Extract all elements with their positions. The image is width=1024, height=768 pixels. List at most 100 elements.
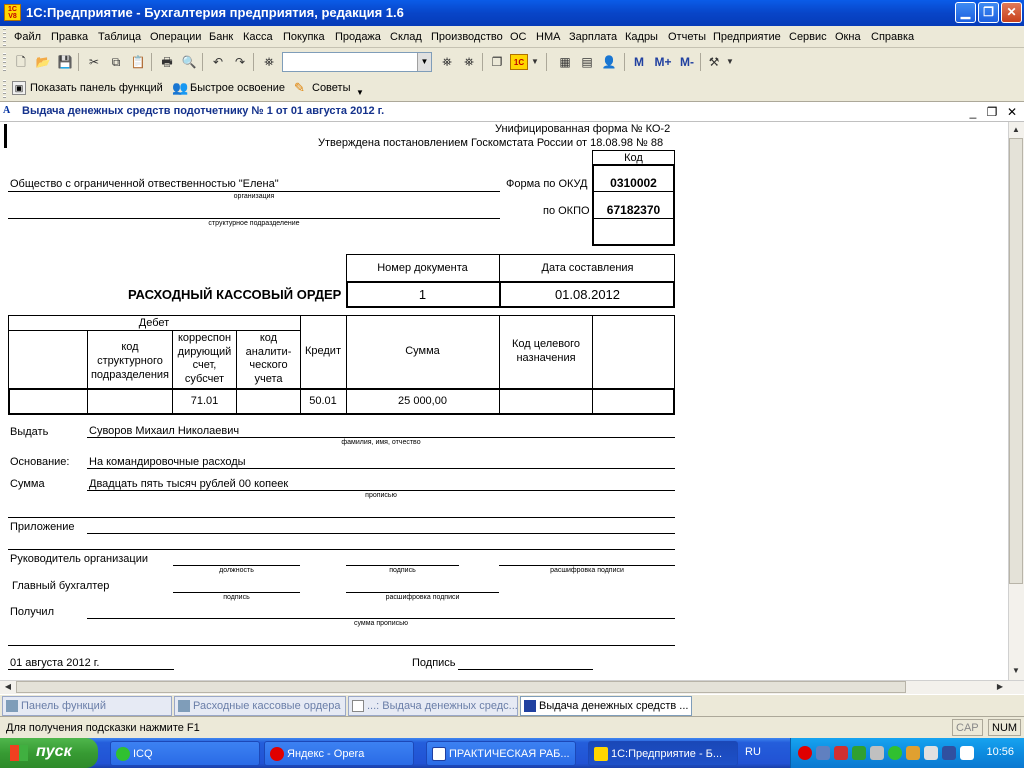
network-icon[interactable] [816, 746, 830, 760]
document-title-bar[interactable]: A Выдача денежных средств подотчетнику №… [0, 102, 1024, 122]
memory-minus-button[interactable]: M- [676, 54, 698, 70]
cut-icon[interactable]: ✂ [85, 54, 103, 70]
print-icon[interactable]: 🖶 [158, 54, 176, 70]
dropdown-arrow-icon[interactable]: ▼ [530, 54, 540, 70]
start-button[interactable]: пуск [0, 738, 98, 768]
minimize-button[interactable]: ▁ [955, 2, 976, 23]
quick-learn-icon[interactable]: 👥 [172, 80, 188, 96]
scroll-right-icon[interactable]: ▶ [993, 680, 1007, 694]
calculator-icon[interactable]: ▦ [556, 54, 574, 70]
memory-button[interactable]: M [630, 54, 648, 70]
footer-date[interactable]: 01 августа 2012 г. [10, 657, 99, 669]
menu-service[interactable]: Сервис [789, 31, 827, 43]
redo-icon[interactable]: ↷ [231, 54, 249, 70]
okud-value[interactable]: 0310002 [592, 176, 675, 190]
menu-table[interactable]: Таблица [98, 31, 141, 43]
tab-cash-orders[interactable]: Расходные кассовые ордера [174, 696, 346, 716]
find-previous-icon[interactable]: ⛯ [460, 54, 478, 70]
menu-sales[interactable]: Продажа [335, 31, 381, 43]
menu-windows[interactable]: Окна [835, 31, 861, 43]
menu-salary[interactable]: Зарплата [569, 31, 617, 43]
icq-tray-icon[interactable] [888, 746, 902, 760]
sum-words-value[interactable]: Двадцать пять тысяч рублей 00 копеек [89, 478, 288, 490]
function-panel-icon[interactable]: ▣ [12, 81, 26, 95]
app-tray-icon[interactable] [906, 746, 920, 760]
user-icon[interactable]: 👤 [600, 54, 618, 70]
find-next-icon[interactable]: ⛯ [438, 54, 456, 70]
tab-issue-print[interactable]: Выдача денежных средств ... [520, 696, 692, 716]
title-bar[interactable]: 1C V8 1С:Предприятие - Бухгалтерия предпр… [0, 0, 1024, 26]
tool-icon[interactable] [870, 746, 884, 760]
scroll-down-icon[interactable]: ▼ [1009, 664, 1023, 678]
tools-icon[interactable]: ⚒ [705, 54, 723, 70]
shield-icon[interactable] [852, 746, 866, 760]
organization-name[interactable]: Общество с ограниченной отвественностью … [10, 178, 279, 190]
dropdown-arrow-icon[interactable]: ▼ [725, 54, 735, 70]
windows-icon[interactable]: ❐ [488, 54, 506, 70]
tray-app-icon[interactable] [960, 746, 974, 760]
clock[interactable]: 10:56 [986, 746, 1014, 758]
opera-tray-icon[interactable] [798, 746, 812, 760]
document-date[interactable]: 01.08.2012 [500, 287, 675, 302]
menu-production[interactable]: Производство [431, 31, 503, 43]
menu-os[interactable]: ОС [510, 31, 527, 43]
menu-hr[interactable]: Кадры [625, 31, 658, 43]
taskbar-word[interactable]: ПРАКТИЧЕСКАЯ РАБ... [426, 741, 576, 766]
show-function-panel-button[interactable]: Показать панель функций [30, 82, 163, 94]
menu-operations[interactable]: Операции [150, 31, 201, 43]
scroll-left-icon[interactable]: ◀ [1, 680, 15, 694]
tips-button[interactable]: Советы [312, 82, 350, 94]
toolbar-grip[interactable] [3, 80, 6, 98]
doc-minimize-button[interactable]: _ [965, 104, 981, 120]
tips-dropdown-icon[interactable]: ▼ [356, 88, 364, 97]
save-icon[interactable]: 💾 [56, 54, 74, 70]
volume-icon[interactable] [924, 746, 938, 760]
menu-nma[interactable]: НМА [536, 31, 560, 43]
menu-file[interactable]: Файл [14, 31, 41, 43]
chevron-down-icon[interactable]: ▼ [417, 53, 431, 71]
basis-value[interactable]: На командировочные расходы [89, 456, 246, 468]
restore-button[interactable]: ❐ [978, 2, 999, 23]
search-combobox[interactable]: ▼ [282, 52, 432, 72]
menu-purchase[interactable]: Покупка [283, 31, 325, 43]
quick-learn-button[interactable]: Быстрое освоение [190, 82, 285, 94]
calendar-icon[interactable]: ▤ [578, 54, 596, 70]
menu-warehouse[interactable]: Склад [390, 31, 422, 43]
tab-function-panel[interactable]: Панель функций [2, 696, 172, 716]
taskbar-opera[interactable]: Яндекс - Opera [264, 741, 414, 766]
monitor-icon[interactable] [942, 746, 956, 760]
row-corr-account[interactable]: 71.01 [173, 395, 236, 407]
doc-close-button[interactable]: ✕ [1004, 104, 1020, 120]
vertical-scroll-thumb[interactable] [1009, 138, 1023, 584]
taskbar-icq[interactable]: ICQ [110, 741, 260, 766]
taskbar-1c[interactable]: 1С:Предприятие - Б... [588, 741, 738, 766]
tab-issue-form[interactable]: ...: Выдача денежных средс... [348, 696, 518, 716]
menu-bank[interactable]: Банк [209, 31, 233, 43]
paste-icon[interactable]: 📋 [129, 54, 147, 70]
row-sum[interactable]: 25 000,00 [346, 395, 499, 407]
toolbar-grip[interactable] [3, 53, 6, 71]
tips-icon[interactable]: ✎ [294, 80, 305, 96]
document-number[interactable]: 1 [346, 287, 499, 302]
close-button[interactable]: ✕ [1001, 2, 1022, 23]
row-credit[interactable]: 50.01 [300, 395, 346, 407]
menu-grip[interactable] [3, 28, 6, 46]
language-indicator[interactable]: RU [745, 746, 761, 758]
undo-icon[interactable]: ↶ [209, 54, 227, 70]
new-document-icon[interactable]: 🗋 [12, 54, 30, 70]
menu-reports[interactable]: Отчеты [668, 31, 706, 43]
print-preview-icon[interactable]: 🔍 [180, 54, 198, 70]
menu-help[interactable]: Справка [871, 31, 914, 43]
antivirus-icon[interactable] [834, 746, 848, 760]
open-folder-icon[interactable]: 📂 [34, 54, 52, 70]
copy-icon[interactable]: ⧉ [107, 54, 125, 70]
find-binoculars-icon[interactable]: ⛯ [260, 54, 278, 70]
1c-app-icon[interactable]: 1C [510, 54, 528, 70]
menu-edit[interactable]: Правка [51, 31, 88, 43]
okpo-value[interactable]: 67182370 [592, 203, 675, 217]
doc-restore-button[interactable]: ❐ [984, 104, 1000, 120]
issue-to-value[interactable]: Суворов Михаил Николаевич [89, 425, 239, 437]
menu-cash[interactable]: Касса [243, 31, 273, 43]
horizontal-scroll-thumb[interactable] [16, 681, 906, 693]
scroll-up-icon[interactable]: ▲ [1009, 123, 1023, 137]
